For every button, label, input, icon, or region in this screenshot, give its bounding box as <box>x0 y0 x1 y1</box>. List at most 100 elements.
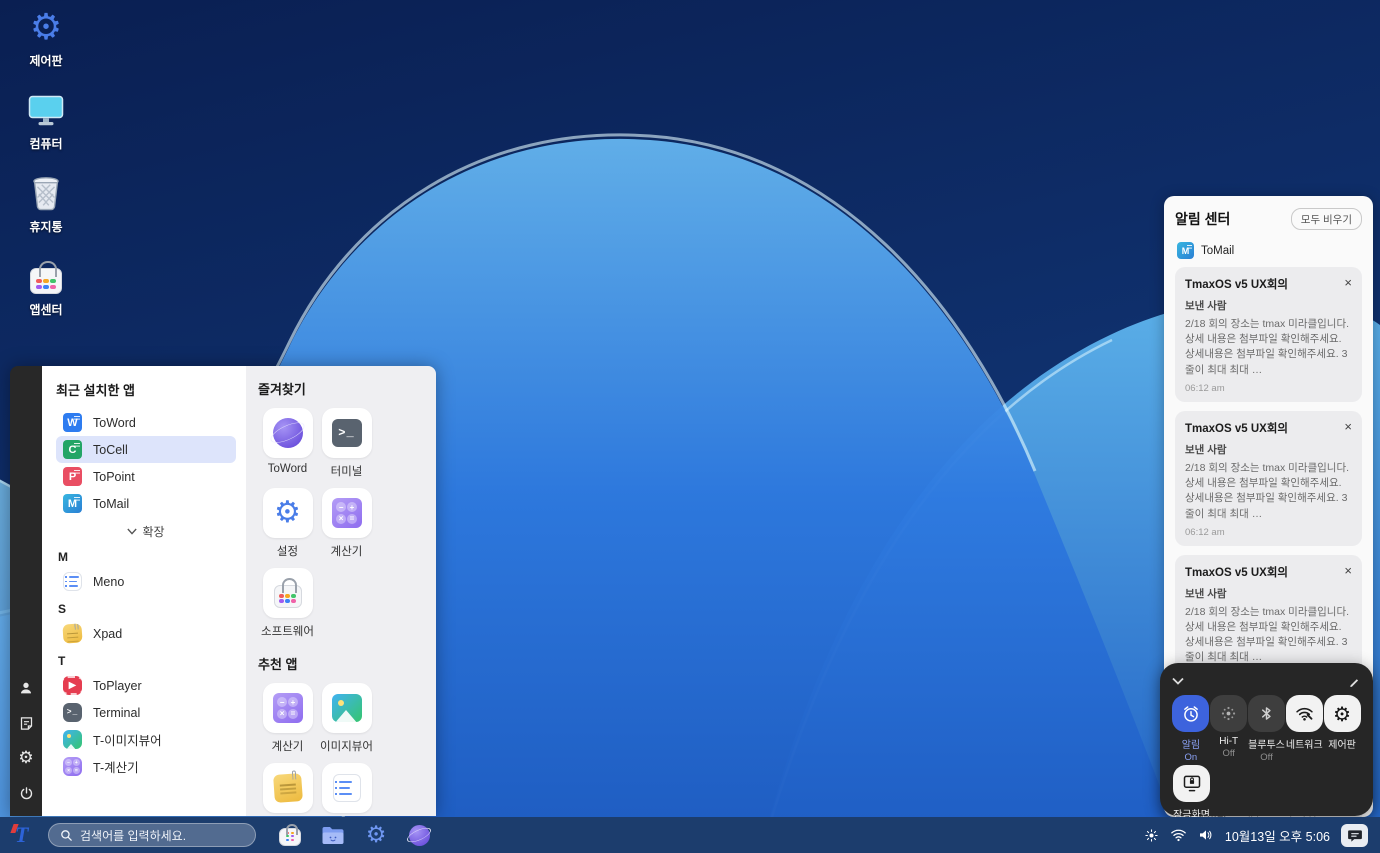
image-viewer-icon <box>63 730 82 749</box>
brightness-icon[interactable] <box>1144 828 1159 843</box>
app-row-topoint[interactable]: P ToPoint <box>56 463 236 490</box>
app-row-terminal[interactable]: >_ Terminal <box>56 699 236 726</box>
topoint-icon: P <box>63 467 82 486</box>
video-player-icon: ▶ <box>63 676 82 695</box>
quick-tile-lock-screen[interactable]: 잠금화면 <box>1172 765 1211 821</box>
app-row-tomail[interactable]: M ToMail <box>56 490 236 517</box>
favorite-calculator[interactable]: −+×= 계산기 <box>317 488 376 559</box>
volume-icon[interactable] <box>1198 828 1214 842</box>
app-center-icon <box>28 259 64 295</box>
desktop-icon-computer[interactable]: 컴퓨터 <box>14 93 78 152</box>
lock-screen-icon <box>1173 765 1210 802</box>
memo-icon[interactable] <box>17 714 35 732</box>
favorite-software[interactable]: 소프트웨어 <box>258 568 317 639</box>
app-row-toplayer[interactable]: ▶ ToPlayer <box>56 672 236 699</box>
recommended-xpad[interactable]: Xpad <box>258 763 317 816</box>
notification-group-tomail: M ToMail <box>1177 242 1362 259</box>
close-icon[interactable]: × <box>1344 420 1352 433</box>
quick-tiles-row: 알림 On Hi-T Off 블루투스 Off 네트워크 ⚙ 제어판 <box>1172 695 1361 763</box>
image-viewer-icon <box>322 683 372 733</box>
recent-apps-title: 최근 설치한 앱 <box>56 380 236 399</box>
chevron-down-icon <box>127 528 137 535</box>
app-row-tocell[interactable]: C ToCell <box>56 436 236 463</box>
tocell-icon: C <box>63 440 82 459</box>
favorites-grid: ToWord >_ 터미널 ⚙ 설정 −+×= 계산기 소프트웨어 <box>258 408 424 648</box>
quick-tile-bluetooth[interactable]: 블루투스 Off <box>1248 695 1286 763</box>
control-panel-icon: ⚙ <box>28 10 64 46</box>
computer-icon <box>28 93 64 129</box>
tomail-icon: M <box>63 494 82 513</box>
software-bag-icon <box>263 568 313 618</box>
gear-wrench-icon settings-app[interactable]: ⚙ <box>364 823 388 847</box>
calculator-icon: −+×= <box>263 683 313 733</box>
collapse-chevron-icon[interactable] <box>1172 677 1184 685</box>
recommended-calculator[interactable]: −+×= 계산기 <box>258 683 317 754</box>
desktop-icon-label: 앱센터 <box>29 301 62 318</box>
file-manager-icon[interactable] <box>321 823 345 847</box>
start-menu-rail: ⚙ <box>10 366 42 816</box>
taskbar-app-icons: ⚙ <box>278 823 431 847</box>
notification-card[interactable]: TmaxOS v5 UX회의 × 보낸 사람 2/18 회의 장소는 tmax … <box>1175 267 1362 402</box>
app-row-toword[interactable]: W ToWord <box>56 409 236 436</box>
search-input[interactable]: 검색어를 입력하세요. <box>48 823 256 847</box>
trash-icon <box>28 176 64 212</box>
desktop-icon-control-panel[interactable]: ⚙ 제어판 <box>14 10 78 69</box>
gear-wrench-icon: ⚙ <box>263 488 313 538</box>
planet-browser-icon <box>263 408 313 458</box>
desktop-icon-label: 컴퓨터 <box>29 135 62 152</box>
quick-tile-network[interactable]: 네트워크 <box>1285 695 1323 763</box>
network-wifi-icon <box>1286 695 1323 732</box>
edit-pencil-icon[interactable] <box>1348 675 1361 688</box>
quick-tile-control-panel[interactable]: ⚙ 제어판 <box>1323 695 1361 763</box>
desktop-icon-trash[interactable]: 휴지통 <box>14 176 78 235</box>
taskbar: T 검색어를 입력하세요. ⚙ 10월13일 오후 5:06 <box>0 817 1380 853</box>
recommended-imageviewer[interactable]: 이미지뷰어 <box>317 683 376 754</box>
gear-icon: ⚙ <box>1324 695 1361 732</box>
hi-t-icon <box>1210 695 1247 732</box>
clear-all-button[interactable]: 모두 비우기 <box>1291 208 1362 230</box>
alpha-header-s: S <box>58 602 236 616</box>
start-menu-recent-column: 최근 설치한 앱 W ToWord C ToCell P ToPoint M T… <box>42 366 246 816</box>
app-row-meno[interactable]: Meno <box>56 568 236 595</box>
message-icon notification-tray-button[interactable] <box>1341 824 1368 847</box>
tmax-logo-icon start-button[interactable]: T <box>12 823 38 847</box>
desktop-icon-list: ⚙ 제어판 컴퓨터 휴지통 앱센터 <box>14 10 78 318</box>
quick-settings-panel: 알림 On Hi-T Off 블루투스 Off 네트워크 ⚙ 제어판 <box>1160 663 1373 816</box>
quick-tile-notifications[interactable]: 알림 On <box>1172 695 1210 763</box>
app-row-calculator[interactable]: −+×= T-계산기 <box>56 753 236 780</box>
desktop-icon-label: 휴지통 <box>29 218 62 235</box>
start-menu-favorites-column: 즐겨찾기 ToWord >_ 터미널 ⚙ 설정 −+×= 계산기 소프트웨어 <box>246 366 436 816</box>
tomail-icon: M <box>1177 242 1194 259</box>
desktop-icon-label: 제어판 <box>29 52 62 69</box>
alarm-icon <box>1172 695 1209 732</box>
alpha-header-t: T <box>58 654 236 668</box>
notification-card[interactable]: TmaxOS v5 UX회의 × 보낸 사람 2/18 회의 장소는 tmax … <box>1175 411 1362 546</box>
favorite-settings[interactable]: ⚙ 설정 <box>258 488 317 559</box>
alpha-header-m: M <box>58 550 236 564</box>
favorite-terminal[interactable]: >_ 터미널 <box>317 408 376 479</box>
close-icon[interactable]: × <box>1344 564 1352 577</box>
favorites-title: 즐겨찾기 <box>258 379 424 398</box>
close-icon[interactable]: × <box>1344 276 1352 289</box>
planet-browser-icon[interactable] <box>407 823 431 847</box>
memo-list-icon <box>63 572 82 591</box>
gear-icon[interactable]: ⚙ <box>17 749 35 767</box>
app-center-icon[interactable] <box>278 823 302 847</box>
start-menu: ⚙ 최근 설치한 앱 W ToWord C ToCell P ToPoint M… <box>10 366 436 816</box>
user-icon[interactable] <box>17 679 35 697</box>
recommended-memo[interactable]: Memo <box>317 763 376 816</box>
app-row-imageviewer[interactable]: T-이미지뷰어 <box>56 726 236 753</box>
search-placeholder: 검색어를 입력하세요. <box>80 827 186 844</box>
notepad-icon <box>263 763 313 813</box>
terminal-icon: >_ <box>322 408 372 458</box>
recommended-grid: −+×= 계산기 이미지뷰어 Xpad Memo <box>258 683 424 816</box>
wifi-icon[interactable] <box>1170 828 1187 842</box>
app-row-xpad[interactable]: Xpad <box>56 620 236 647</box>
expand-button[interactable]: 확장 <box>56 519 236 543</box>
clock-date[interactable]: 10월13일 오후 5:06 <box>1225 826 1330 845</box>
notepad-icon <box>62 623 82 643</box>
desktop-icon-app-center[interactable]: 앱센터 <box>14 259 78 318</box>
favorite-toword[interactable]: ToWord <box>258 408 317 479</box>
power-icon[interactable] <box>17 784 35 802</box>
quick-tile-hi-t[interactable]: Hi-T Off <box>1210 695 1248 763</box>
